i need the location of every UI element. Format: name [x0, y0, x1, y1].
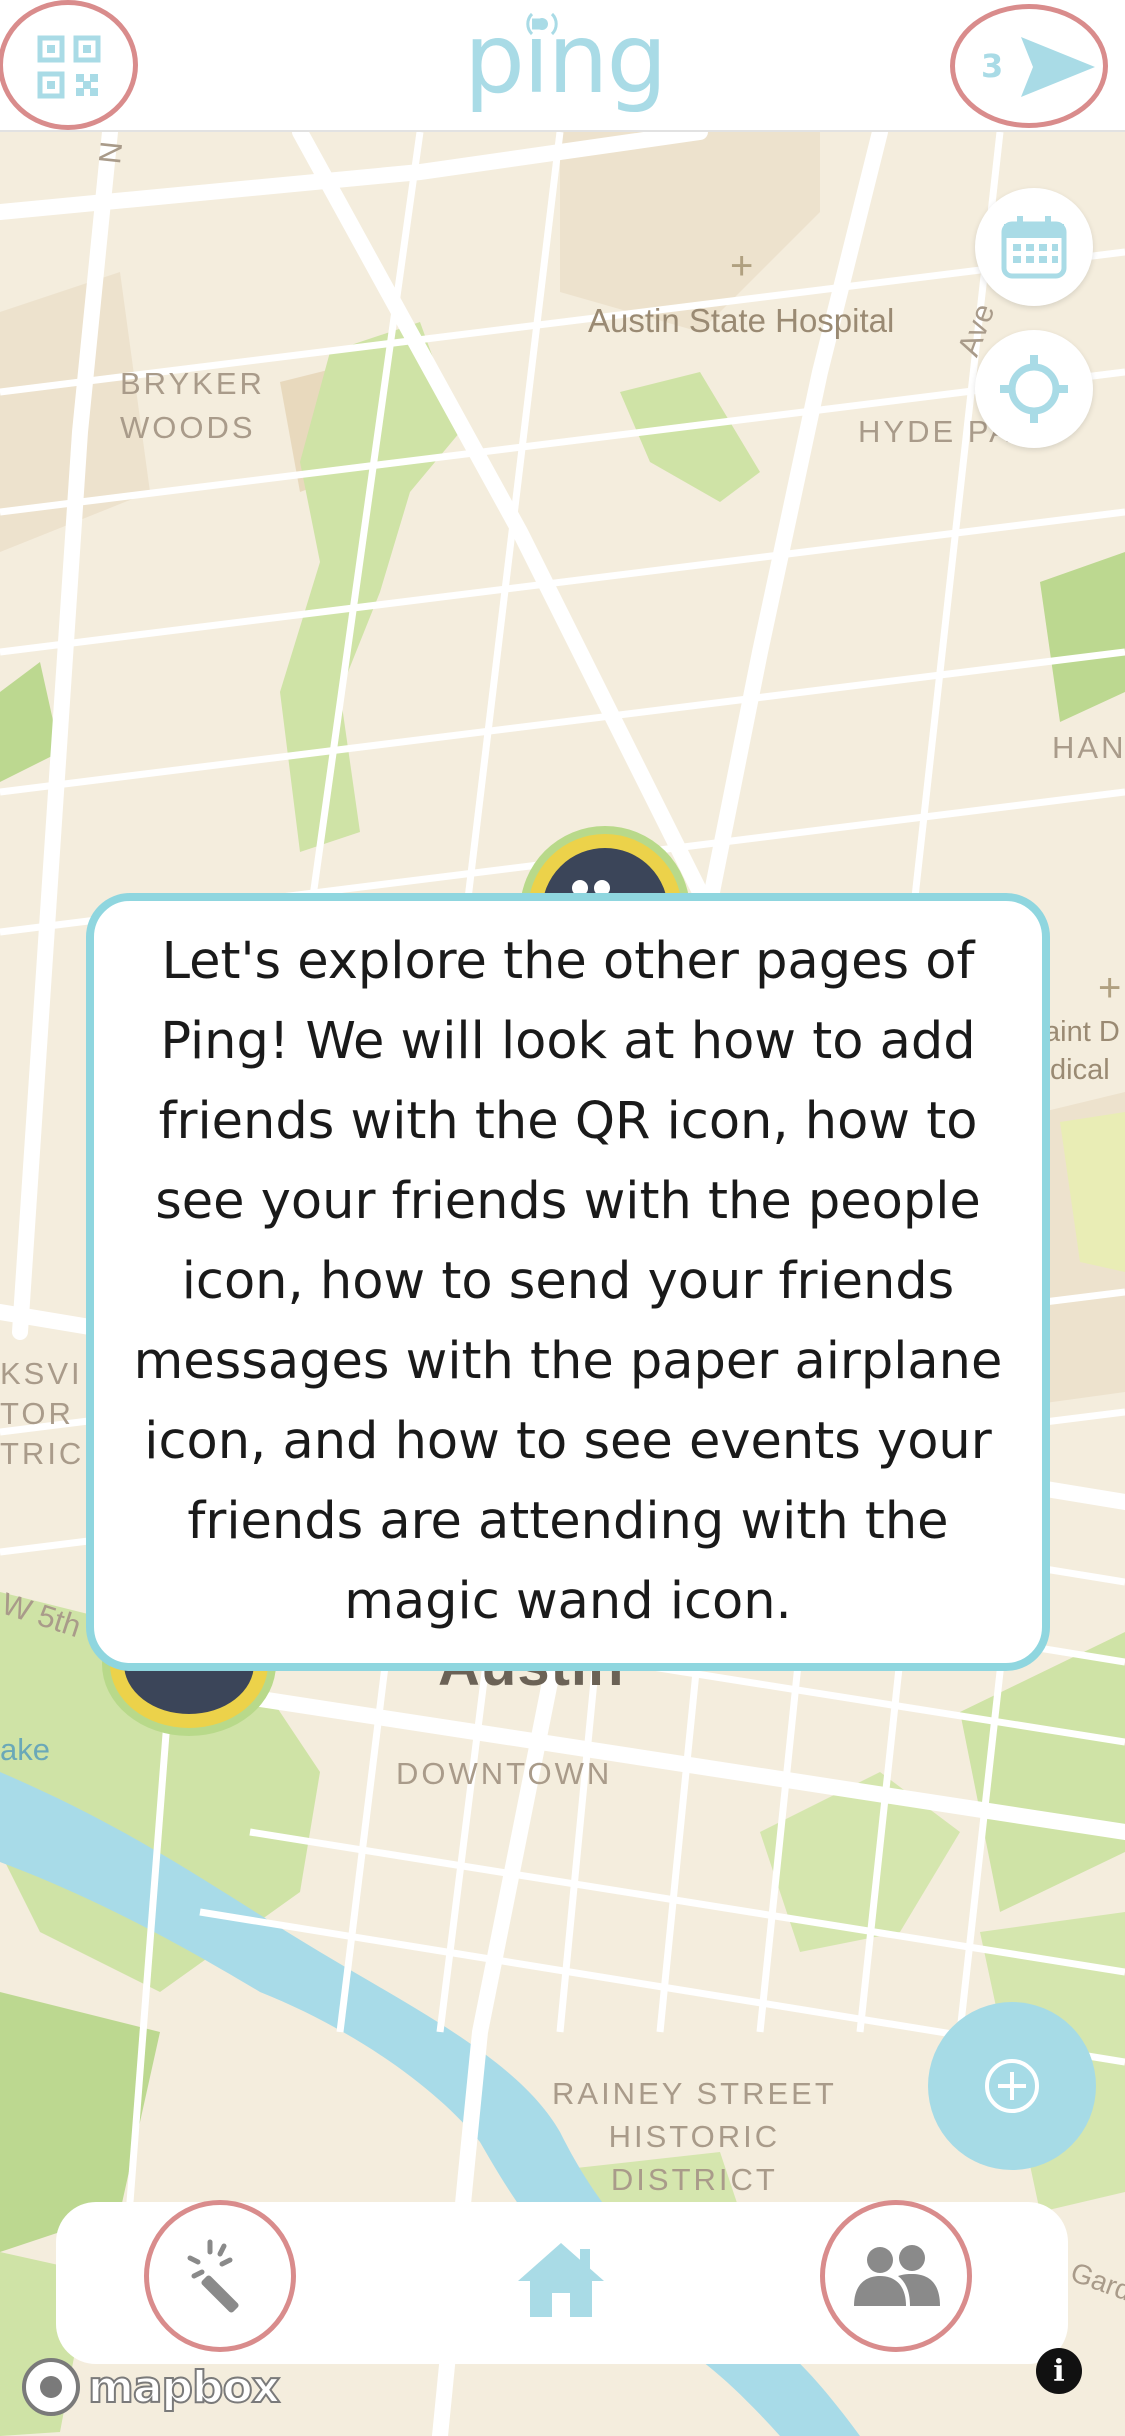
events-wand-button[interactable] — [144, 2200, 296, 2352]
friends-people-button[interactable] — [820, 2200, 972, 2352]
home-button[interactable] — [496, 2214, 626, 2344]
unread-count-badge: 3 — [981, 47, 1004, 85]
app-logo-text: ping — [464, 3, 667, 115]
map-label-dical: dical — [1050, 1054, 1110, 1086]
map-label-downtown: DOWNTOWN — [396, 1756, 613, 1791]
locate-me-button[interactable] — [975, 330, 1093, 448]
map-label-han: HAN — [1052, 730, 1125, 765]
map-label-austin-state-hospital: Austin State Hospital — [588, 302, 895, 339]
map-label-bryker-woods: BRYKER WOODS — [120, 366, 265, 445]
people-icon — [854, 2245, 940, 2306]
signal-icon — [526, 12, 558, 36]
plus-icon — [985, 2059, 1039, 2113]
add-button[interactable] — [928, 2002, 1096, 2170]
mapbox-logo-icon — [22, 2358, 80, 2416]
magic-wand-icon — [187, 2239, 239, 2313]
qr-button[interactable] — [0, 0, 138, 130]
mapbox-attribution[interactable]: mapbox — [20, 2355, 281, 2419]
map-plus-hospital: + — [730, 244, 754, 288]
home-icon — [518, 2243, 604, 2317]
app-logo: ping — [464, 0, 667, 130]
calendar-button[interactable] — [975, 188, 1093, 306]
paper-airplane-icon — [1021, 37, 1095, 97]
calendar-icon — [1001, 216, 1067, 279]
map-plus-medical: + — [1098, 966, 1122, 1010]
tutorial-dialog[interactable]: Let's explore the other pages of Ping! W… — [86, 893, 1050, 1671]
bottom-nav — [56, 2200, 1068, 2364]
mapbox-text: mapbox — [87, 2361, 281, 2414]
info-icon[interactable]: i — [1036, 2348, 1082, 2394]
map-label-ksvi: KSVI TOR TRIC — [0, 1356, 85, 1471]
map-label-aint: aint D — [1044, 1016, 1120, 1048]
qr-code-icon — [37, 35, 101, 99]
map-label-rainey: RAINEY STREET HISTORIC DISTRICT — [552, 2076, 837, 2197]
tutorial-dialog-text: Let's explore the other pages of Ping! W… — [133, 932, 1003, 1631]
crosshair-icon — [1000, 355, 1068, 423]
top-bar: ping 3 — [0, 0, 1125, 132]
map-label-ake: ake — [0, 1732, 50, 1767]
messages-button[interactable]: 3 — [950, 4, 1108, 128]
